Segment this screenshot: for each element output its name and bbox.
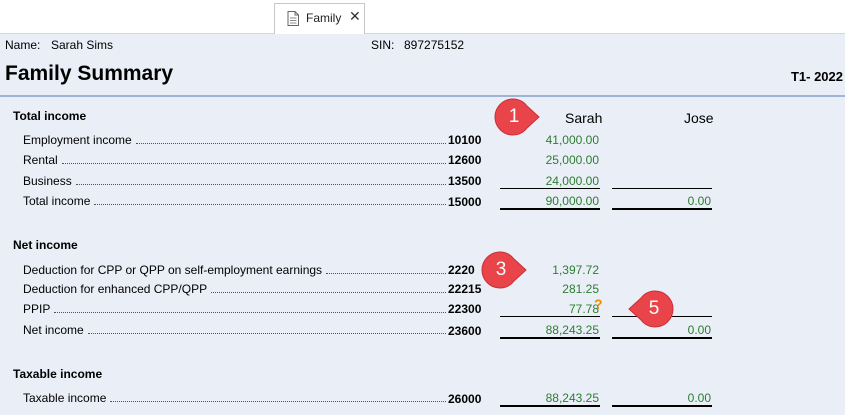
- warning-question-icon[interactable]: ?: [594, 296, 603, 312]
- amount-jose[interactable]: 0.00: [612, 194, 711, 208]
- total-line: [612, 405, 712, 407]
- name-label: Name:: [5, 38, 41, 52]
- callout-badge-3: 3: [481, 251, 527, 289]
- total-line: [500, 208, 600, 210]
- callout-number: 1: [508, 106, 520, 127]
- section-heading-total-income: Total income: [13, 109, 87, 123]
- total-line: [500, 405, 600, 407]
- line-number: 15000: [448, 195, 482, 209]
- row-label-enhanced-cpp: Deduction for enhanced CPP/QPP: [23, 282, 448, 296]
- row-label-ppip: PPIP: [23, 302, 448, 316]
- amount-sarah[interactable]: 90,000.00: [500, 194, 599, 208]
- column-header-jose: Jose: [684, 110, 714, 126]
- callout-badge-5: 5: [628, 290, 674, 328]
- document-icon: [287, 11, 299, 26]
- row-label-net-income: Net income: [23, 323, 448, 337]
- amount-sarah[interactable]: 88,243.25: [500, 391, 599, 405]
- subtotal-line: [500, 188, 600, 189]
- tab-bar: Family ✕: [0, 0, 845, 35]
- row-label-business: Business: [23, 174, 448, 188]
- row-label-total-income: Total income: [23, 194, 448, 208]
- amount-sarah[interactable]: 77.78: [500, 302, 599, 316]
- callout-badge-1: 1: [494, 98, 540, 136]
- section-heading-taxable-income: Taxable income: [13, 367, 103, 381]
- sin-label: SIN:: [371, 38, 395, 52]
- amount-jose[interactable]: 0.00: [612, 391, 711, 405]
- total-line: [612, 337, 712, 339]
- row-label-cpp-deduction: Deduction for CPP or QPP on self-employm…: [23, 263, 448, 277]
- callout-number: 3: [495, 259, 507, 280]
- total-line: [500, 337, 600, 339]
- close-icon[interactable]: ✕: [349, 8, 361, 25]
- name-value: Sarah Sims: [51, 38, 114, 52]
- column-header-sarah: Sarah: [565, 110, 603, 126]
- section-heading-net-income: Net income: [13, 238, 78, 252]
- line-number: 12600: [448, 153, 482, 167]
- line-number: 13500: [448, 174, 482, 188]
- amount-sarah[interactable]: 24,000.00: [500, 174, 599, 188]
- header-divider: [0, 95, 845, 97]
- callout-number: 5: [648, 298, 660, 319]
- tab-label: Family: [306, 11, 342, 25]
- line-number: 22300: [448, 302, 482, 316]
- subtotal-line: [500, 316, 600, 317]
- sin-value: 897275152: [404, 38, 465, 52]
- tab-family[interactable]: Family ✕: [274, 3, 365, 35]
- line-number: 23600: [448, 324, 482, 338]
- row-label-employment-income: Employment income: [23, 133, 448, 147]
- row-label-rental: Rental: [23, 153, 448, 167]
- family-summary-panel: Name: Sarah Sims SIN: 897275152 Family S…: [0, 34, 845, 415]
- page-title: Family Summary: [5, 62, 174, 85]
- amount-sarah[interactable]: 88,243.25: [500, 323, 599, 337]
- line-number: 26000: [448, 392, 482, 406]
- line-number: 10100: [448, 133, 482, 147]
- form-code: T1- 2022: [790, 69, 843, 84]
- subtotal-line: [612, 188, 712, 189]
- row-label-taxable-income: Taxable income: [23, 391, 448, 405]
- total-line: [612, 208, 712, 210]
- amount-sarah[interactable]: 25,000.00: [500, 153, 599, 167]
